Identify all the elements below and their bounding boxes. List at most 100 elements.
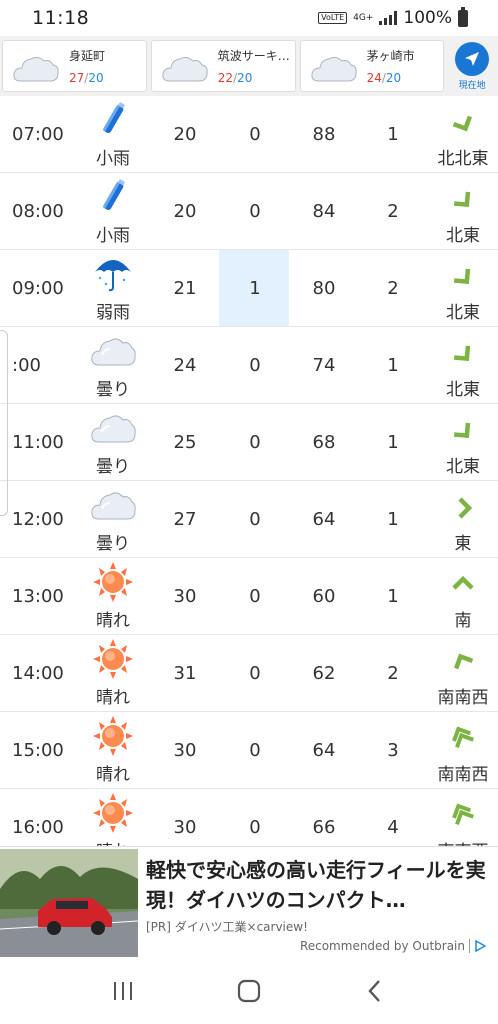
- weather-label: 小雨: [96, 149, 130, 169]
- high-temp: 27: [69, 71, 85, 85]
- low-temp: 20: [88, 71, 104, 85]
- high-temp: 22: [217, 71, 234, 85]
- wind-double-arrow-icon: [446, 801, 480, 831]
- recent-apps-icon: [114, 982, 132, 1000]
- hourly-row: 12:00 曇り 27 0 64 1 東: [0, 481, 498, 558]
- precipitation: 0: [249, 432, 261, 453]
- sunny-icon: [90, 793, 136, 833]
- hour-time: :00: [12, 355, 41, 376]
- recommended-by-label: Recommended by Outbrain: [299, 939, 465, 953]
- weather-label: 弱雨: [96, 303, 130, 323]
- weather-label: 曇り: [96, 534, 130, 554]
- hourly-row: 13:00 晴れ 30 0 60 1 南: [0, 558, 498, 635]
- weather-label: 晴れ: [96, 765, 130, 785]
- temperature: 27: [173, 509, 197, 530]
- wind-direction: 南南西: [437, 765, 489, 785]
- wind-direction: 北東: [446, 226, 480, 246]
- humidity: 60: [312, 586, 336, 607]
- wind-direction: 北北東: [437, 149, 489, 169]
- temperature: 24: [173, 355, 197, 376]
- weather-label: 曇り: [96, 457, 130, 477]
- network-type-icon: 4G+: [353, 12, 374, 23]
- wind-speed: 2: [387, 663, 399, 684]
- signal-icon: [379, 11, 398, 25]
- back-button[interactable]: [355, 971, 395, 1011]
- location-temps: 27/20: [69, 71, 104, 85]
- ad-banner[interactable]: 軽快で安心感の高い走行フィールを実現！ダイハツのコンパクト… [PR] ダイハツ…: [0, 846, 498, 958]
- location-card-2[interactable]: 茅ヶ崎市 24/20: [299, 40, 445, 92]
- volte-icon: VoLTE: [318, 12, 348, 24]
- location-card-1[interactable]: 筑波サーキ… 22/20: [150, 40, 296, 92]
- current-location-button[interactable]: 現在地: [448, 40, 496, 92]
- wind-arrow-icon: [446, 108, 480, 138]
- location-name: 筑波サーキ…: [217, 49, 290, 63]
- wind-speed: 2: [387, 201, 399, 222]
- low-temp: 20: [385, 71, 402, 85]
- hour-time: 07:00: [12, 124, 64, 145]
- ad-car-image[interactable]: [0, 849, 138, 957]
- temperature: 30: [173, 817, 197, 838]
- precipitation: 0: [249, 201, 261, 222]
- wind-arrow-icon: [446, 185, 480, 215]
- temperature: 21: [173, 278, 197, 299]
- battery-icon: [458, 6, 468, 27]
- hour-time: 15:00: [12, 740, 64, 761]
- ad-attribution[interactable]: Recommended by Outbrain: [300, 939, 486, 953]
- high-temp: 24: [366, 71, 382, 85]
- wind-speed: 1: [387, 509, 399, 530]
- cloudy-icon: [310, 56, 357, 82]
- hourly-row: 08:00 小雨 20 0 84 2 北東: [0, 173, 498, 250]
- hourly-row: 09:00 弱雨 21 1 80 2 北東: [0, 250, 498, 327]
- sunny-icon: [90, 716, 136, 756]
- sunny-icon: [90, 562, 136, 602]
- cloudy-icon: [13, 56, 59, 82]
- adchoices-icon[interactable]: [474, 940, 486, 952]
- hour-time: 11:00: [12, 432, 64, 453]
- location-name: 茅ヶ崎市: [366, 49, 415, 63]
- cloudy-icon: [162, 56, 208, 82]
- location-temps: 22/20: [217, 71, 253, 85]
- precipitation: 0: [249, 586, 261, 607]
- weather-label: 曇り: [96, 380, 130, 400]
- humidity: 62: [312, 663, 336, 684]
- weather-label: 小雨: [96, 226, 130, 246]
- home-button[interactable]: [229, 971, 269, 1011]
- weather-label: 晴れ: [96, 688, 130, 708]
- hourly-row: 16:00 晴れ 30 0 66 4 南南西: [0, 789, 498, 846]
- temperature: 30: [173, 740, 197, 761]
- wind-double-arrow-icon: [446, 724, 480, 754]
- precipitation: 0: [249, 124, 261, 145]
- location-temps: 24/20: [366, 71, 402, 85]
- wind-speed: 2: [387, 278, 399, 299]
- ad-headline[interactable]: 軽快で安心感の高い走行フィールを実現！ダイハツのコンパクト…: [146, 855, 492, 915]
- weather-label: 晴れ: [96, 611, 130, 631]
- hourly-row: :00 曇り 24 0 74 1 北東: [0, 327, 498, 404]
- hourly-forecast-table[interactable]: 07:00 小雨 20 0 88 1 北北東 08:00 小雨 20 0 84 2 北東 09:00 弱雨 21…: [0, 96, 498, 846]
- location-card-0[interactable]: 身延町 27/20: [2, 40, 147, 92]
- status-time: 11:18: [32, 7, 90, 29]
- side-scroll-handle[interactable]: [0, 330, 8, 516]
- back-icon: [368, 980, 380, 1002]
- hour-time: 14:00: [12, 663, 64, 684]
- recent-apps-button[interactable]: [103, 971, 143, 1011]
- hour-time: 16:00: [12, 817, 64, 838]
- low-temp: 20: [237, 71, 253, 85]
- wind-arrow-icon: [446, 493, 480, 523]
- humidity: 66: [312, 817, 336, 838]
- wind-arrow-icon: [446, 262, 480, 292]
- precipitation: 0: [249, 740, 261, 761]
- hour-time: 09:00: [12, 278, 64, 299]
- wind-speed: 1: [387, 432, 399, 453]
- ad-source: [PR] ダイハツ工業×carview!: [146, 920, 308, 934]
- light-rain-icon: [90, 177, 136, 217]
- wind-speed: 1: [387, 586, 399, 607]
- precipitation: 1: [249, 278, 261, 299]
- system-navigation-bar: [0, 958, 498, 1024]
- humidity: 74: [312, 355, 336, 376]
- hourly-row: 07:00 小雨 20 0 88 1 北北東: [0, 96, 498, 173]
- temperature: 30: [173, 586, 197, 607]
- cloudy-icon: [90, 485, 136, 525]
- wind-direction: 東: [454, 534, 472, 554]
- temperature: 20: [173, 124, 197, 145]
- hourly-row: 11:00 曇り 25 0 68 1 北東: [0, 404, 498, 481]
